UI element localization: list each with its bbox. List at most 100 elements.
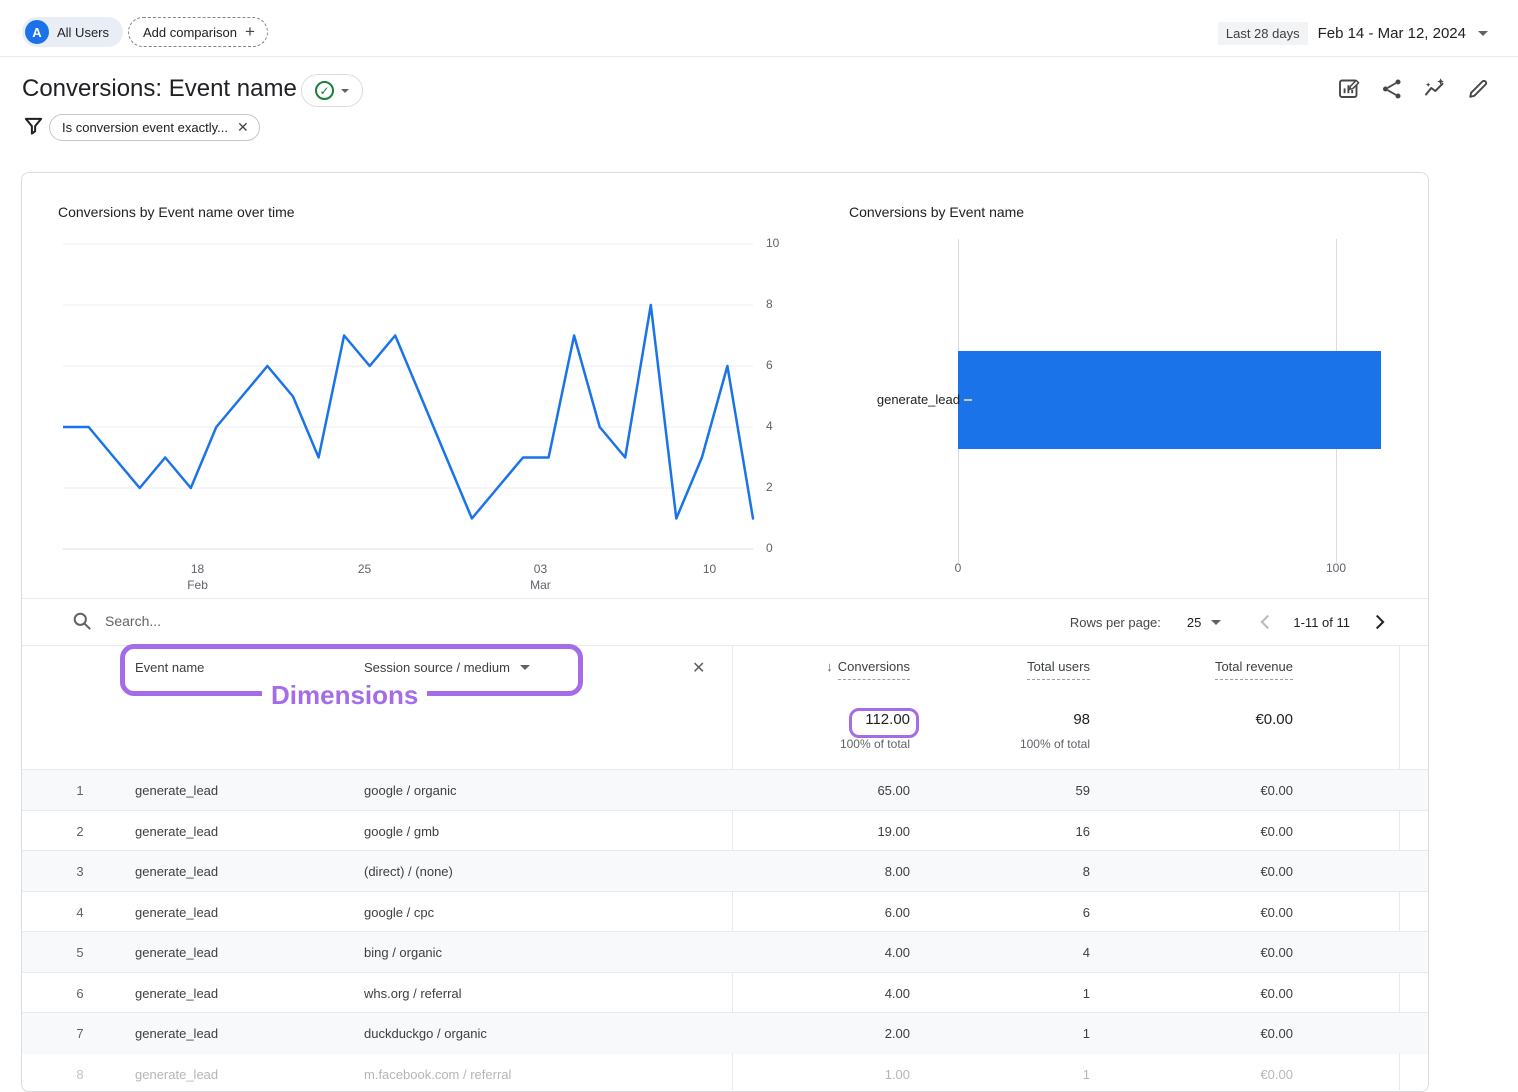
- bar-chart-title: Conversions by Event name: [849, 204, 1024, 220]
- bar-category-label: generate_lead: [842, 392, 960, 407]
- share-icon[interactable]: [1380, 77, 1404, 101]
- y-tick-label: 4: [766, 419, 773, 433]
- bar-x-tick-label: 100: [1306, 561, 1366, 575]
- table-cell: 59: [890, 783, 1090, 798]
- table-cell: whs.org / referral: [364, 986, 462, 1001]
- table-totals-row: 112.00 100% of total 98 100% of total €0…: [22, 701, 1428, 769]
- sort-desc-icon: ↓: [826, 659, 833, 674]
- table-row[interactable]: 2generate_leadgoogle / gmb19.0016€0.00: [22, 810, 1428, 851]
- x-tick-label: 10: [680, 561, 740, 577]
- table-toolbar: Rows per page: 25 1-11 of 11: [22, 598, 1428, 646]
- table-row[interactable]: 6generate_leadwhs.org / referral4.001€0.…: [22, 972, 1428, 1013]
- date-range-picker[interactable]: Last 28 days Feb 14 - Mar 12, 2024: [1218, 22, 1488, 45]
- total-revenue: €0.00: [1093, 711, 1293, 728]
- table-cell: 6.00: [710, 905, 910, 920]
- top-bar: A All Users Add comparison + Last 28 day…: [0, 0, 1518, 57]
- table-cell: 65.00: [710, 783, 910, 798]
- table-cell: 2: [65, 824, 95, 839]
- table-cell: 6: [890, 905, 1090, 920]
- table-cell: 4: [65, 905, 95, 920]
- table-cell: 1: [65, 783, 95, 798]
- table-cell: 8: [65, 1067, 95, 1082]
- chevron-down-icon: [520, 665, 530, 670]
- rows-per-page-label: Rows per page:: [1070, 615, 1161, 630]
- date-preset-badge: Last 28 days: [1218, 22, 1308, 45]
- table-row[interactable]: 8generate_leadm.facebook.com / referral1…: [22, 1053, 1428, 1092]
- pagination-range: 1-11 of 11: [1293, 615, 1350, 630]
- data-table: Event name Session source / medium ✕ ↓Co…: [22, 646, 1428, 1092]
- ga4-report-page: A All Users Add comparison + Last 28 day…: [0, 0, 1518, 1092]
- table-cell: generate_lead: [135, 824, 218, 839]
- table-cell: €0.00: [1093, 986, 1293, 1001]
- total-users-pct: 100% of total: [890, 737, 1090, 751]
- bar-generate-lead[interactable]: [958, 351, 1381, 449]
- bar-x-tick-label: 0: [928, 561, 988, 575]
- column-header-conversions[interactable]: ↓Conversions: [710, 659, 910, 680]
- filter-chip[interactable]: Is conversion event exactly... ✕: [49, 114, 260, 141]
- chevron-down-icon: [1211, 620, 1221, 625]
- table-cell: generate_lead: [135, 945, 218, 960]
- edit-icon[interactable]: [1466, 77, 1490, 101]
- column-header-total-users[interactable]: Total users: [890, 659, 1090, 680]
- customize-chart-icon[interactable]: [1337, 77, 1361, 101]
- y-tick-label: 6: [766, 358, 773, 372]
- table-cell: €0.00: [1093, 864, 1293, 879]
- table-cell: €0.00: [1093, 783, 1293, 798]
- table-cell: (direct) / (none): [364, 864, 453, 879]
- filter-icon: [24, 117, 43, 136]
- line-chart-conversions-over-time: Conversions by Event name over time 0246…: [22, 173, 822, 598]
- bar-chart-conversions-by-event: Conversions by Event name 0 100 generate_…: [822, 173, 1429, 598]
- avatar: A: [25, 20, 49, 44]
- header-action-icons: [1337, 77, 1490, 101]
- table-row[interactable]: 1generate_leadgoogle / organic65.0059€0.…: [22, 769, 1428, 810]
- total-conversions-pct: 100% of total: [710, 737, 910, 751]
- table-row[interactable]: 5generate_leadbing / organic4.004€0.00: [22, 931, 1428, 972]
- insights-icon[interactable]: [1423, 77, 1447, 101]
- x-tick-label: 03Mar: [510, 561, 570, 593]
- table-cell: 1.00: [710, 1067, 910, 1082]
- line-chart-title: Conversions by Event name over time: [58, 204, 295, 220]
- add-comparison-button[interactable]: Add comparison +: [128, 17, 268, 47]
- table-cell: generate_lead: [135, 1067, 218, 1082]
- check-badge-icon: ✓: [315, 81, 334, 100]
- table-cell: €0.00: [1093, 945, 1293, 960]
- add-comparison-label: Add comparison: [143, 25, 237, 40]
- next-page-button[interactable]: [1368, 611, 1390, 633]
- segment-chip-label: All Users: [57, 25, 109, 40]
- search-icon: [72, 611, 92, 631]
- table-cell: generate_lead: [135, 986, 218, 1001]
- remove-dimension-button[interactable]: ✕: [692, 658, 705, 678]
- line-chart-plot: [63, 234, 775, 564]
- chevron-down-icon: [1478, 31, 1488, 36]
- report-card: Conversions by Event name over time 0 2 4 6…: [21, 172, 1429, 1092]
- table-cell: 1: [890, 1067, 1090, 1082]
- previous-page-button[interactable]: [1255, 611, 1277, 633]
- table-cell: 1: [890, 1026, 1090, 1041]
- rows-per-page-select[interactable]: 25: [1187, 615, 1221, 630]
- table-row[interactable]: 4generate_leadgoogle / cpc6.006€0.00: [22, 891, 1428, 932]
- y-tick-label: 0: [766, 541, 773, 555]
- table-cell: €0.00: [1093, 1026, 1293, 1041]
- table-cell: 3: [65, 864, 95, 879]
- table-row[interactable]: 3generate_lead(direct) / (none)8.008€0.0…: [22, 850, 1428, 891]
- table-cell: 6: [65, 986, 95, 1001]
- close-icon[interactable]: ✕: [237, 119, 249, 136]
- chevron-down-icon: [341, 89, 349, 93]
- bar-axis-tick: [964, 399, 972, 401]
- column-header-total-revenue[interactable]: Total revenue: [1093, 659, 1293, 680]
- y-tick-label: 8: [766, 297, 773, 311]
- table-cell: 8.00: [710, 864, 910, 879]
- plus-icon: +: [245, 22, 255, 42]
- column-header-session-source-medium[interactable]: Session source / medium: [364, 660, 530, 675]
- report-status-dropdown[interactable]: ✓: [301, 74, 363, 107]
- table-row[interactable]: 7generate_leadduckduckgo / organic2.001€…: [22, 1012, 1428, 1053]
- column-header-event-name[interactable]: Event name: [135, 660, 204, 675]
- table-cell: generate_lead: [135, 1026, 218, 1041]
- total-conversions: 112.00: [710, 711, 910, 728]
- search-input[interactable]: [105, 613, 405, 629]
- table-cell: google / organic: [364, 783, 457, 798]
- table-body: 1generate_leadgoogle / organic65.0059€0.…: [22, 769, 1428, 1092]
- segment-chip-all-users[interactable]: A All Users: [22, 17, 123, 47]
- y-tick-label: 10: [766, 236, 779, 250]
- table-cell: 2.00: [710, 1026, 910, 1041]
